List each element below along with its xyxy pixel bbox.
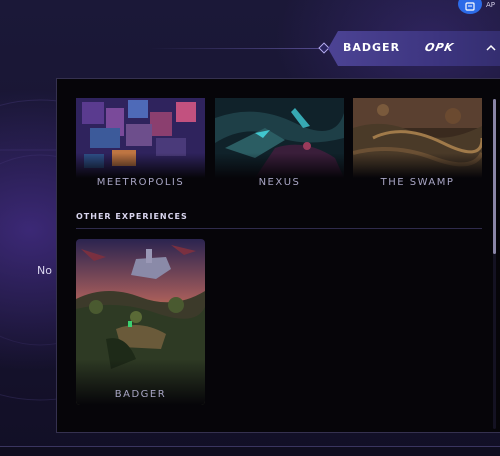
- chevron-up-icon[interactable]: [484, 42, 498, 54]
- game-thumbnail-the-swamp: [353, 98, 482, 178]
- game-card-the-swamp[interactable]: THE SWAMP: [353, 98, 482, 188]
- section-heading-other-experiences: OTHER EXPERIENCES: [76, 212, 188, 221]
- game-thumbnail-meetropolis: [76, 98, 205, 178]
- app-shortcut-label: AP: [486, 1, 496, 9]
- game-card-nexus[interactable]: NEXUS: [215, 98, 344, 188]
- app-icon: [465, 2, 475, 11]
- brand-logo: OPK: [423, 41, 456, 54]
- game-title: THE SWAMP: [380, 177, 455, 188]
- game-title: NEXUS: [258, 177, 301, 188]
- bottom-bar: [0, 446, 500, 456]
- experience-card-badger[interactable]: [76, 239, 205, 405]
- experience-selector-title: BADGER: [343, 41, 401, 54]
- game-thumbnail-nexus: [215, 98, 344, 178]
- game-card-meetropolis[interactable]: MEETROPOLIS: [76, 98, 205, 188]
- section-divider: [76, 228, 482, 229]
- experience-title: BADGER: [114, 389, 167, 400]
- header-connector-line: [150, 48, 325, 49]
- experience-thumbnail-badger: [76, 239, 205, 405]
- scrollbar-thumb[interactable]: [493, 99, 496, 254]
- game-title: MEETROPOLIS: [96, 177, 185, 188]
